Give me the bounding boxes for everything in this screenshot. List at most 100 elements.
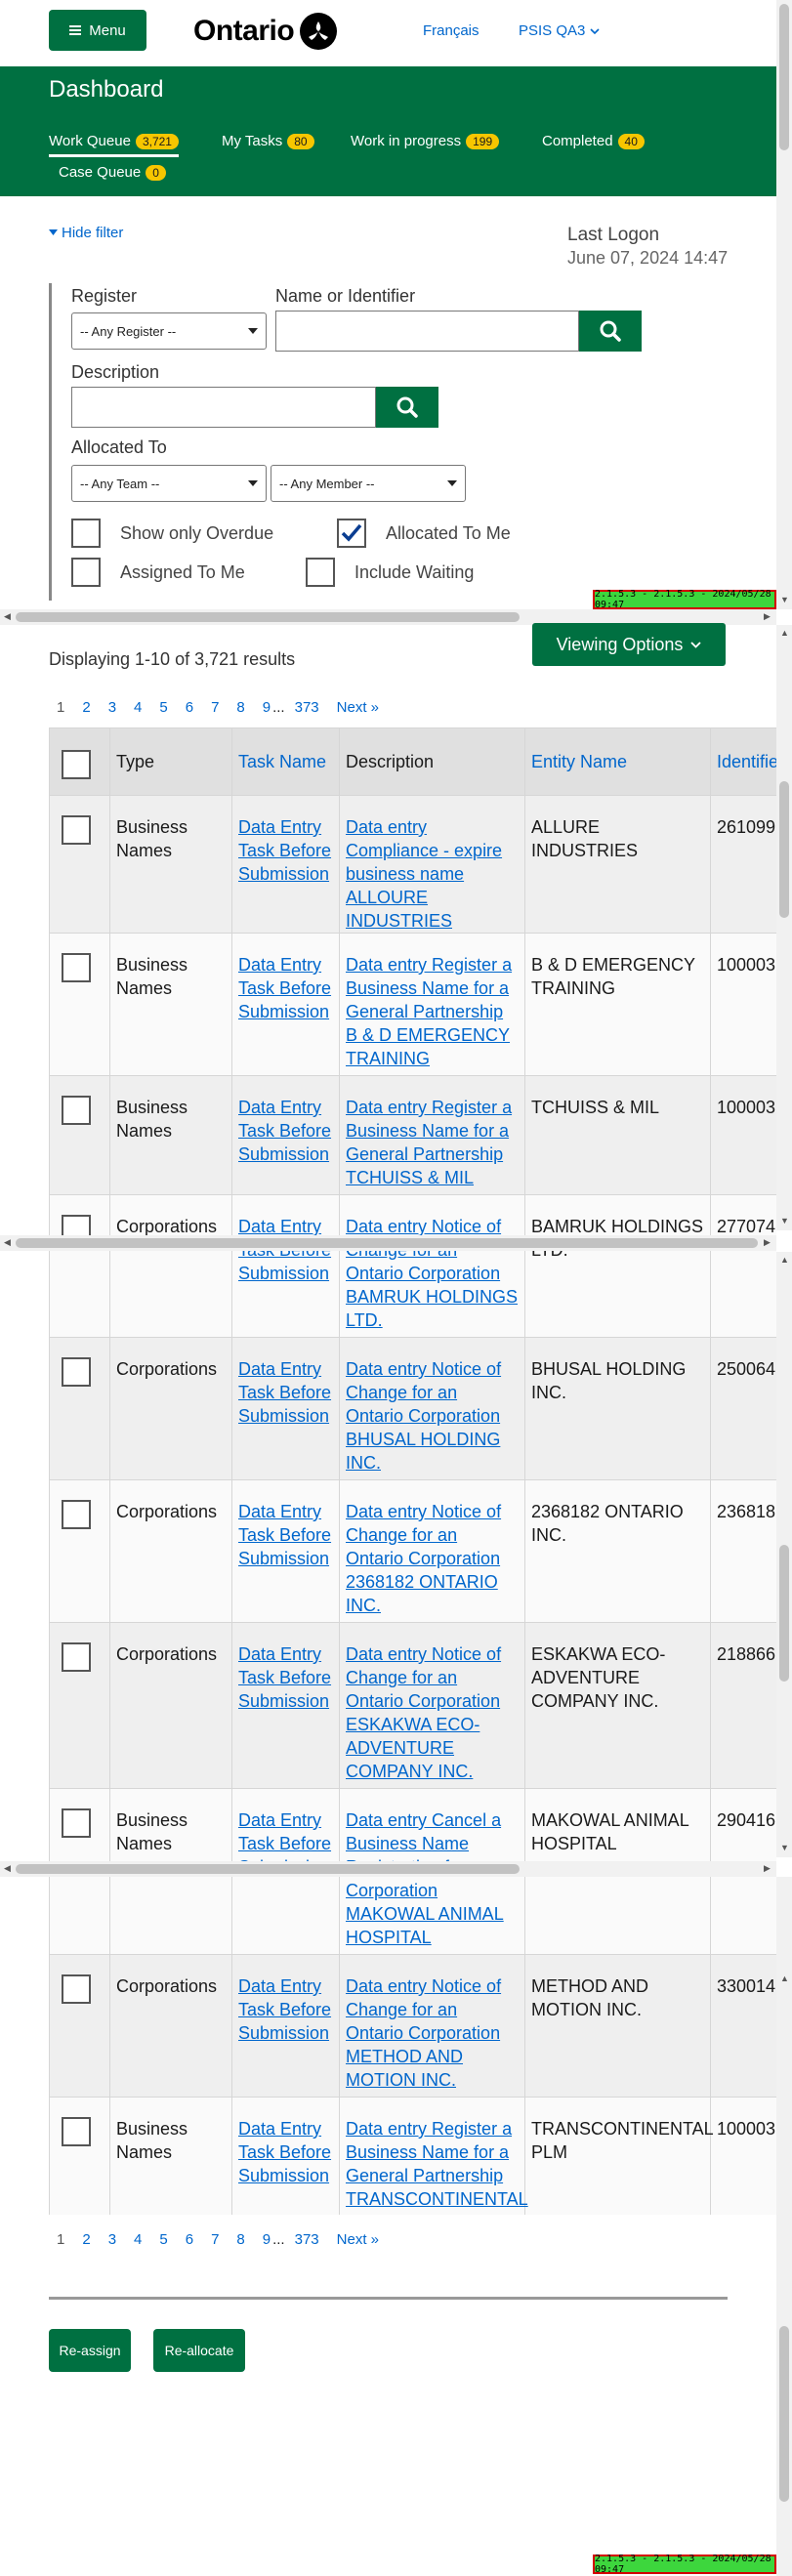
team-select[interactable]: -- Any Team --: [71, 465, 267, 502]
description-input[interactable]: [71, 387, 376, 428]
reassign-button[interactable]: Re-assign: [49, 2329, 131, 2372]
row-checkbox[interactable]: [62, 1357, 91, 1387]
ontario-logo[interactable]: Ontario: [193, 12, 338, 51]
task-link[interactable]: Data Entry Task Before Submission: [238, 1502, 331, 1568]
page-link[interactable]: 2: [82, 699, 90, 716]
column-header-task-name[interactable]: Task Name: [231, 727, 340, 796]
page-link[interactable]: 4: [134, 699, 142, 716]
description-link[interactable]: Data entry Notice of Change for an Ontar…: [346, 1502, 501, 1615]
task-link[interactable]: Data Entry Task Before Submission: [238, 817, 331, 884]
next-page-link[interactable]: Next »: [337, 2231, 379, 2248]
row-checkbox[interactable]: [62, 1642, 91, 1672]
reallocate-button[interactable]: Re-allocate: [153, 2329, 245, 2372]
scroll-down-icon[interactable]: ▼: [780, 1217, 789, 1226]
page-link[interactable]: 7: [211, 2231, 219, 2248]
scrollbar-thumb[interactable]: [779, 4, 789, 150]
page-link[interactable]: 3: [108, 2231, 116, 2248]
description-link[interactable]: Data entry Register a Business Name for …: [346, 1098, 512, 1187]
checkbox-box[interactable]: [71, 558, 101, 587]
row-checkbox[interactable]: [62, 2117, 91, 2146]
scroll-right-icon[interactable]: ▶: [764, 612, 771, 621]
vertical-scrollbar[interactable]: ▲ ▼: [776, 625, 792, 1230]
page-link[interactable]: 3: [108, 699, 116, 716]
name-search-button[interactable]: [579, 311, 642, 352]
include-waiting-checkbox[interactable]: Include Waiting: [306, 558, 474, 587]
show-overdue-checkbox[interactable]: Show only Overdue: [71, 519, 273, 548]
tab-completed[interactable]: Completed 40: [542, 133, 645, 149]
description-link[interactable]: Data entry Cancel a Business Name Regist…: [346, 1810, 504, 1947]
register-select[interactable]: -- Any Register --: [71, 312, 267, 350]
row-checkbox[interactable]: [62, 815, 91, 845]
page-link[interactable]: 8: [236, 699, 244, 716]
name-identifier-input[interactable]: [275, 311, 579, 352]
column-header-entity-name[interactable]: Entity Name: [524, 727, 711, 796]
page-link[interactable]: 2: [82, 2231, 90, 2248]
scroll-left-icon[interactable]: ◀: [4, 612, 11, 621]
page-link[interactable]: 7: [211, 699, 219, 716]
scroll-down-icon[interactable]: ▼: [780, 596, 789, 604]
language-link[interactable]: Français: [423, 22, 479, 39]
menu-button[interactable]: Menu: [49, 10, 146, 51]
checkbox-box[interactable]: [337, 519, 366, 548]
next-page-link[interactable]: Next »: [337, 699, 379, 716]
scroll-down-icon[interactable]: ▼: [780, 1844, 789, 1852]
page-link[interactable]: 5: [159, 699, 167, 716]
checkbox-box[interactable]: [306, 558, 335, 587]
scrollbar-thumb[interactable]: [779, 2326, 789, 2502]
description-search-button[interactable]: [376, 387, 438, 428]
description-link[interactable]: Data entry Notice of Change for an Ontar…: [346, 1976, 501, 2090]
tab-case-queue[interactable]: Case Queue 0: [59, 164, 166, 181]
page-link-last[interactable]: 373: [295, 699, 319, 716]
tab-work-in-progress[interactable]: Work in progress 199: [351, 133, 500, 149]
page-link-last[interactable]: 373: [295, 2231, 319, 2248]
task-link[interactable]: Data Entry Task Before Submission: [238, 1359, 331, 1426]
page-link[interactable]: 5: [159, 2231, 167, 2248]
task-link[interactable]: Data Entry Task Before Submission: [238, 1098, 331, 1164]
description-link[interactable]: Data entry Compliance - expire business …: [346, 817, 502, 931]
page-link[interactable]: 4: [134, 2231, 142, 2248]
description-link[interactable]: Data entry Notice of Change for an Ontar…: [346, 1217, 518, 1330]
environment-dropdown[interactable]: PSIS QA3: [519, 22, 600, 39]
vertical-scrollbar[interactable]: ▼: [776, 0, 792, 609]
description-link[interactable]: Data entry Register a Business Name for …: [346, 2119, 528, 2215]
scrollbar-thumb[interactable]: [779, 781, 789, 918]
scroll-left-icon[interactable]: ◀: [4, 1238, 11, 1247]
vertical-scrollbar[interactable]: ▲ ▼: [776, 1252, 792, 1857]
select-all-checkbox[interactable]: [62, 750, 91, 779]
row-checkbox[interactable]: [62, 1808, 91, 1838]
horizontal-scrollbar[interactable]: ◀ ▶: [0, 1235, 776, 1251]
scroll-right-icon[interactable]: ▶: [764, 1864, 771, 1873]
row-checkbox[interactable]: [62, 1096, 91, 1125]
checkbox-box[interactable]: [71, 519, 101, 548]
row-checkbox[interactable]: [62, 953, 91, 982]
tab-my-tasks[interactable]: My Tasks 80: [222, 133, 314, 149]
scrollbar-thumb[interactable]: [16, 1238, 758, 1248]
scrollbar-thumb[interactable]: [16, 612, 520, 622]
row-checkbox[interactable]: [62, 1500, 91, 1529]
page-link[interactable]: 9: [263, 2231, 271, 2248]
column-header-identifier[interactable]: Identifier: [710, 727, 776, 796]
member-select[interactable]: -- Any Member --: [271, 465, 466, 502]
scroll-left-icon[interactable]: ◀: [4, 1864, 11, 1873]
task-link[interactable]: Data Entry Task Before Submission: [238, 1976, 331, 2043]
scroll-up-icon[interactable]: ▲: [780, 1256, 789, 1265]
assigned-to-me-checkbox[interactable]: Assigned To Me: [71, 558, 245, 587]
page-link[interactable]: 9: [263, 699, 271, 716]
tab-work-queue[interactable]: Work Queue 3,721: [49, 133, 179, 157]
description-link[interactable]: Data entry Notice of Change for an Ontar…: [346, 1359, 501, 1473]
scroll-up-icon[interactable]: ▲: [780, 629, 789, 638]
page-link[interactable]: 8: [236, 2231, 244, 2248]
allocated-to-me-checkbox[interactable]: Allocated To Me: [337, 519, 511, 548]
scroll-up-icon[interactable]: ▲: [780, 1974, 789, 1983]
scroll-right-icon[interactable]: ▶: [764, 1238, 771, 1247]
scrollbar-thumb[interactable]: [16, 1864, 520, 1874]
page-link[interactable]: 6: [186, 2231, 193, 2248]
page-link[interactable]: 6: [186, 699, 193, 716]
viewing-options-button[interactable]: Viewing Options: [532, 623, 726, 666]
description-link[interactable]: Data entry Notice of Change for an Ontar…: [346, 1644, 501, 1781]
scrollbar-thumb[interactable]: [779, 1545, 789, 1682]
row-checkbox[interactable]: [62, 1974, 91, 2004]
horizontal-scrollbar[interactable]: ◀ ▶: [0, 1861, 776, 1877]
vertical-scrollbar[interactable]: ▲: [776, 1877, 792, 2576]
task-link[interactable]: Data Entry Task Before Submission: [238, 955, 331, 1021]
